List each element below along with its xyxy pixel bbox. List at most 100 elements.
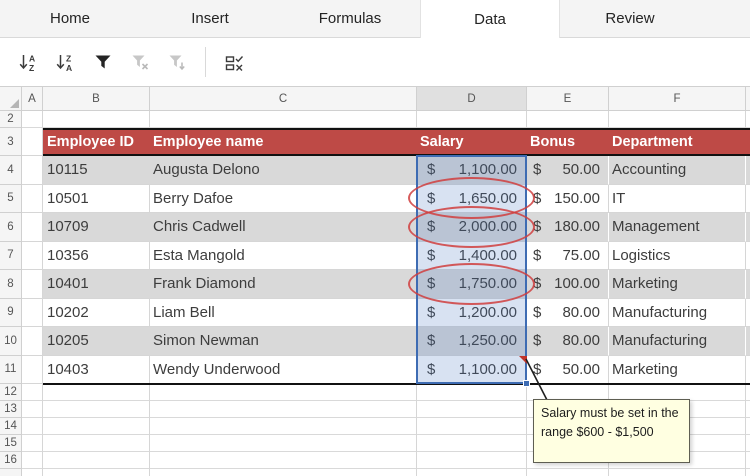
row-header[interactable]: 14 <box>0 418 22 435</box>
empty-cell[interactable] <box>417 469 527 476</box>
empty-cell[interactable] <box>746 213 750 242</box>
row-header[interactable]: 3 <box>0 128 22 156</box>
empty-cell[interactable] <box>150 384 417 401</box>
header-employee-id[interactable]: Employee ID <box>47 130 134 154</box>
empty-cell[interactable] <box>417 111 527 128</box>
filter-button[interactable] <box>84 44 121 80</box>
empty-cell[interactable] <box>527 469 609 476</box>
empty-cell[interactable] <box>150 111 417 128</box>
empty-cell[interactable] <box>746 270 750 299</box>
employee-id-cell[interactable]: 10501 <box>43 185 150 214</box>
employee-name-cell[interactable]: Augusta Delono <box>150 156 417 185</box>
header-department[interactable]: Department <box>612 130 693 154</box>
bonus-cell[interactable]: $80.00 <box>527 299 609 328</box>
row-header[interactable]: 6 <box>0 213 22 242</box>
empty-cell[interactable] <box>746 242 750 271</box>
bonus-cell[interactable]: $50.00 <box>527 356 609 385</box>
empty-cell[interactable] <box>417 384 527 401</box>
empty-cell[interactable] <box>22 418 43 435</box>
column-header-b[interactable]: B <box>43 87 150 111</box>
row-header[interactable]: 16 <box>0 452 22 469</box>
tab-insert[interactable]: Insert <box>140 0 280 37</box>
column-header-c[interactable]: C <box>150 87 417 111</box>
row-header[interactable]: 13 <box>0 401 22 418</box>
empty-cell[interactable] <box>746 418 750 435</box>
empty-cell[interactable] <box>746 384 750 401</box>
employee-name-cell[interactable]: Frank Diamond <box>150 270 417 299</box>
empty-cell[interactable] <box>43 452 150 469</box>
empty-cell[interactable] <box>22 435 43 452</box>
empty-cell[interactable] <box>22 356 43 385</box>
employee-name-cell[interactable]: Esta Mangold <box>150 242 417 271</box>
empty-cell[interactable] <box>150 401 417 418</box>
sort-descending-button[interactable]: Z A <box>47 44 84 80</box>
employee-name-cell[interactable]: Chris Cadwell <box>150 213 417 242</box>
department-cell[interactable]: Marketing <box>609 356 746 385</box>
column-header-e[interactable]: E <box>527 87 609 111</box>
empty-cell[interactable] <box>746 299 750 328</box>
row-header[interactable] <box>0 469 22 476</box>
tab-formulas[interactable]: Formulas <box>280 0 420 37</box>
empty-cell[interactable] <box>22 213 43 242</box>
employee-name-cell[interactable]: Liam Bell <box>150 299 417 328</box>
row-header[interactable]: 12 <box>0 384 22 401</box>
row-header[interactable]: 15 <box>0 435 22 452</box>
empty-cell[interactable] <box>417 418 527 435</box>
row-header[interactable]: 2 <box>0 111 22 128</box>
clear-filter-button[interactable] <box>121 44 158 80</box>
department-cell[interactable]: Marketing <box>609 270 746 299</box>
empty-cell[interactable] <box>150 469 417 476</box>
empty-cell[interactable] <box>417 452 527 469</box>
row-header[interactable]: 9 <box>0 299 22 328</box>
empty-cell[interactable] <box>417 401 527 418</box>
data-validation-button[interactable] <box>216 44 253 80</box>
header-salary[interactable]: Salary <box>420 130 464 154</box>
column-header-a[interactable]: A <box>22 87 43 111</box>
department-cell[interactable]: Manufacturing <box>609 327 746 356</box>
bonus-cell[interactable]: $50.00 <box>527 156 609 185</box>
select-all-corner[interactable] <box>0 87 22 111</box>
empty-cell[interactable] <box>746 469 750 476</box>
tab-home[interactable]: Home <box>0 0 140 37</box>
empty-cell[interactable] <box>609 111 746 128</box>
empty-cell[interactable] <box>43 435 150 452</box>
department-cell[interactable]: Manufacturing <box>609 299 746 328</box>
column-header-f[interactable]: F <box>609 87 746 111</box>
empty-cell[interactable] <box>746 327 750 356</box>
employee-id-cell[interactable]: 10709 <box>43 213 150 242</box>
empty-cell[interactable] <box>150 418 417 435</box>
empty-cell[interactable] <box>150 452 417 469</box>
empty-cell[interactable] <box>150 435 417 452</box>
empty-cell[interactable] <box>609 469 746 476</box>
empty-cell[interactable] <box>746 435 750 452</box>
empty-cell[interactable] <box>22 185 43 214</box>
empty-cell[interactable] <box>22 270 43 299</box>
empty-cell[interactable] <box>22 452 43 469</box>
row-header[interactable]: 11 <box>0 356 22 385</box>
bonus-cell[interactable]: $100.00 <box>527 270 609 299</box>
empty-cell[interactable] <box>22 401 43 418</box>
department-cell[interactable]: IT <box>609 185 746 214</box>
empty-cell[interactable] <box>527 111 609 128</box>
department-cell[interactable]: Accounting <box>609 156 746 185</box>
department-cell[interactable]: Management <box>609 213 746 242</box>
empty-cell[interactable] <box>22 242 43 271</box>
tab-data[interactable]: Data <box>420 0 560 38</box>
empty-cell[interactable] <box>746 356 750 385</box>
row-header[interactable]: 10 <box>0 327 22 356</box>
empty-cell[interactable] <box>43 111 150 128</box>
empty-cell[interactable] <box>43 418 150 435</box>
empty-cell[interactable] <box>43 469 150 476</box>
empty-cell[interactable] <box>22 128 43 156</box>
empty-cell[interactable] <box>22 384 43 401</box>
employee-id-cell[interactable]: 10205 <box>43 327 150 356</box>
tab-review[interactable]: Review <box>560 0 700 37</box>
row-header[interactable]: 8 <box>0 270 22 299</box>
header-employee-name[interactable]: Employee name <box>153 130 263 154</box>
row-header[interactable]: 7 <box>0 242 22 271</box>
employee-id-cell[interactable]: 10403 <box>43 356 150 385</box>
empty-cell[interactable] <box>22 327 43 356</box>
row-header[interactable]: 5 <box>0 185 22 214</box>
bonus-cell[interactable]: $80.00 <box>527 327 609 356</box>
fill-handle[interactable] <box>523 380 530 387</box>
